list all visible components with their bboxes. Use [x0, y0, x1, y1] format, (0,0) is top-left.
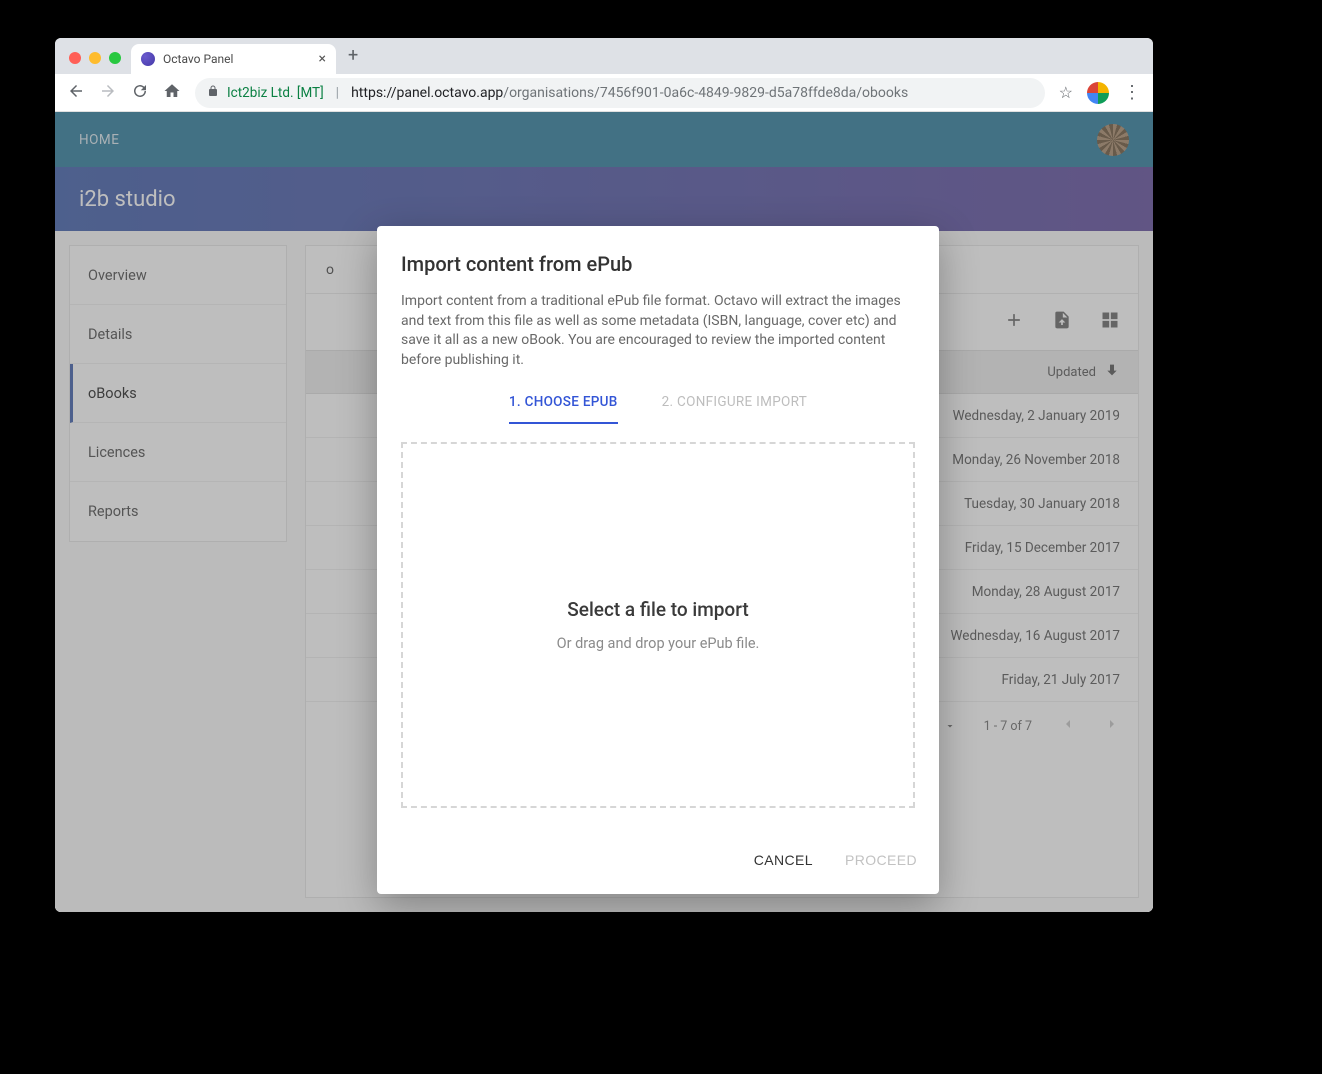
tab-bar: Octavo Panel × + [55, 38, 1153, 74]
modal-steps: 1. CHOOSE EPUB 2. CONFIGURE IMPORT [401, 384, 915, 424]
browser-tab[interactable]: Octavo Panel × [131, 44, 336, 74]
modal-description: Import content from a traditional ePub f… [401, 292, 915, 370]
url-input[interactable]: Ict2biz Ltd. [MT] | https://panel.octavo… [195, 78, 1045, 108]
browser-window: Octavo Panel × + Ict2biz Ltd. [MT] | htt… [55, 38, 1153, 912]
close-tab-icon[interactable]: × [319, 51, 326, 67]
reload-icon[interactable] [131, 82, 149, 104]
window-maximize-icon[interactable] [109, 52, 121, 64]
new-tab-button[interactable]: + [336, 45, 370, 74]
proceed-button: PROCEED [843, 844, 919, 876]
url-separator: | [336, 85, 339, 101]
tab-title: Octavo Panel [163, 52, 233, 66]
forward-icon [99, 82, 117, 104]
url-text: https://panel.octavo.app/organisations/7… [351, 85, 908, 101]
window-minimize-icon[interactable] [89, 52, 101, 64]
file-dropzone[interactable]: Select a file to import Or drag and drop… [401, 442, 915, 808]
url-org-label: Ict2biz Ltd. [MT] [227, 85, 324, 101]
dropzone-subtitle: Or drag and drop your ePub file. [557, 635, 760, 652]
modal-actions: CANCEL PROCEED [377, 830, 939, 894]
profile-icon[interactable] [1087, 82, 1109, 104]
browser-menu-icon[interactable]: ⋮ [1123, 82, 1141, 103]
bookmark-icon[interactable]: ☆ [1059, 83, 1073, 102]
cancel-button[interactable]: CANCEL [752, 844, 815, 876]
back-icon[interactable] [67, 82, 85, 104]
favicon-icon [141, 52, 155, 66]
home-icon[interactable] [163, 82, 181, 104]
dropzone-title: Select a file to import [567, 598, 748, 621]
lock-icon [207, 85, 219, 100]
import-epub-modal: Import content from ePub Import content … [377, 226, 939, 894]
step-configure-import: 2. CONFIGURE IMPORT [662, 384, 807, 424]
address-bar: Ict2biz Ltd. [MT] | https://panel.octavo… [55, 74, 1153, 112]
step-choose-epub[interactable]: 1. CHOOSE EPUB [509, 384, 618, 424]
window-controls [63, 52, 131, 74]
window-close-icon[interactable] [69, 52, 81, 64]
modal-title: Import content from ePub [401, 252, 915, 276]
